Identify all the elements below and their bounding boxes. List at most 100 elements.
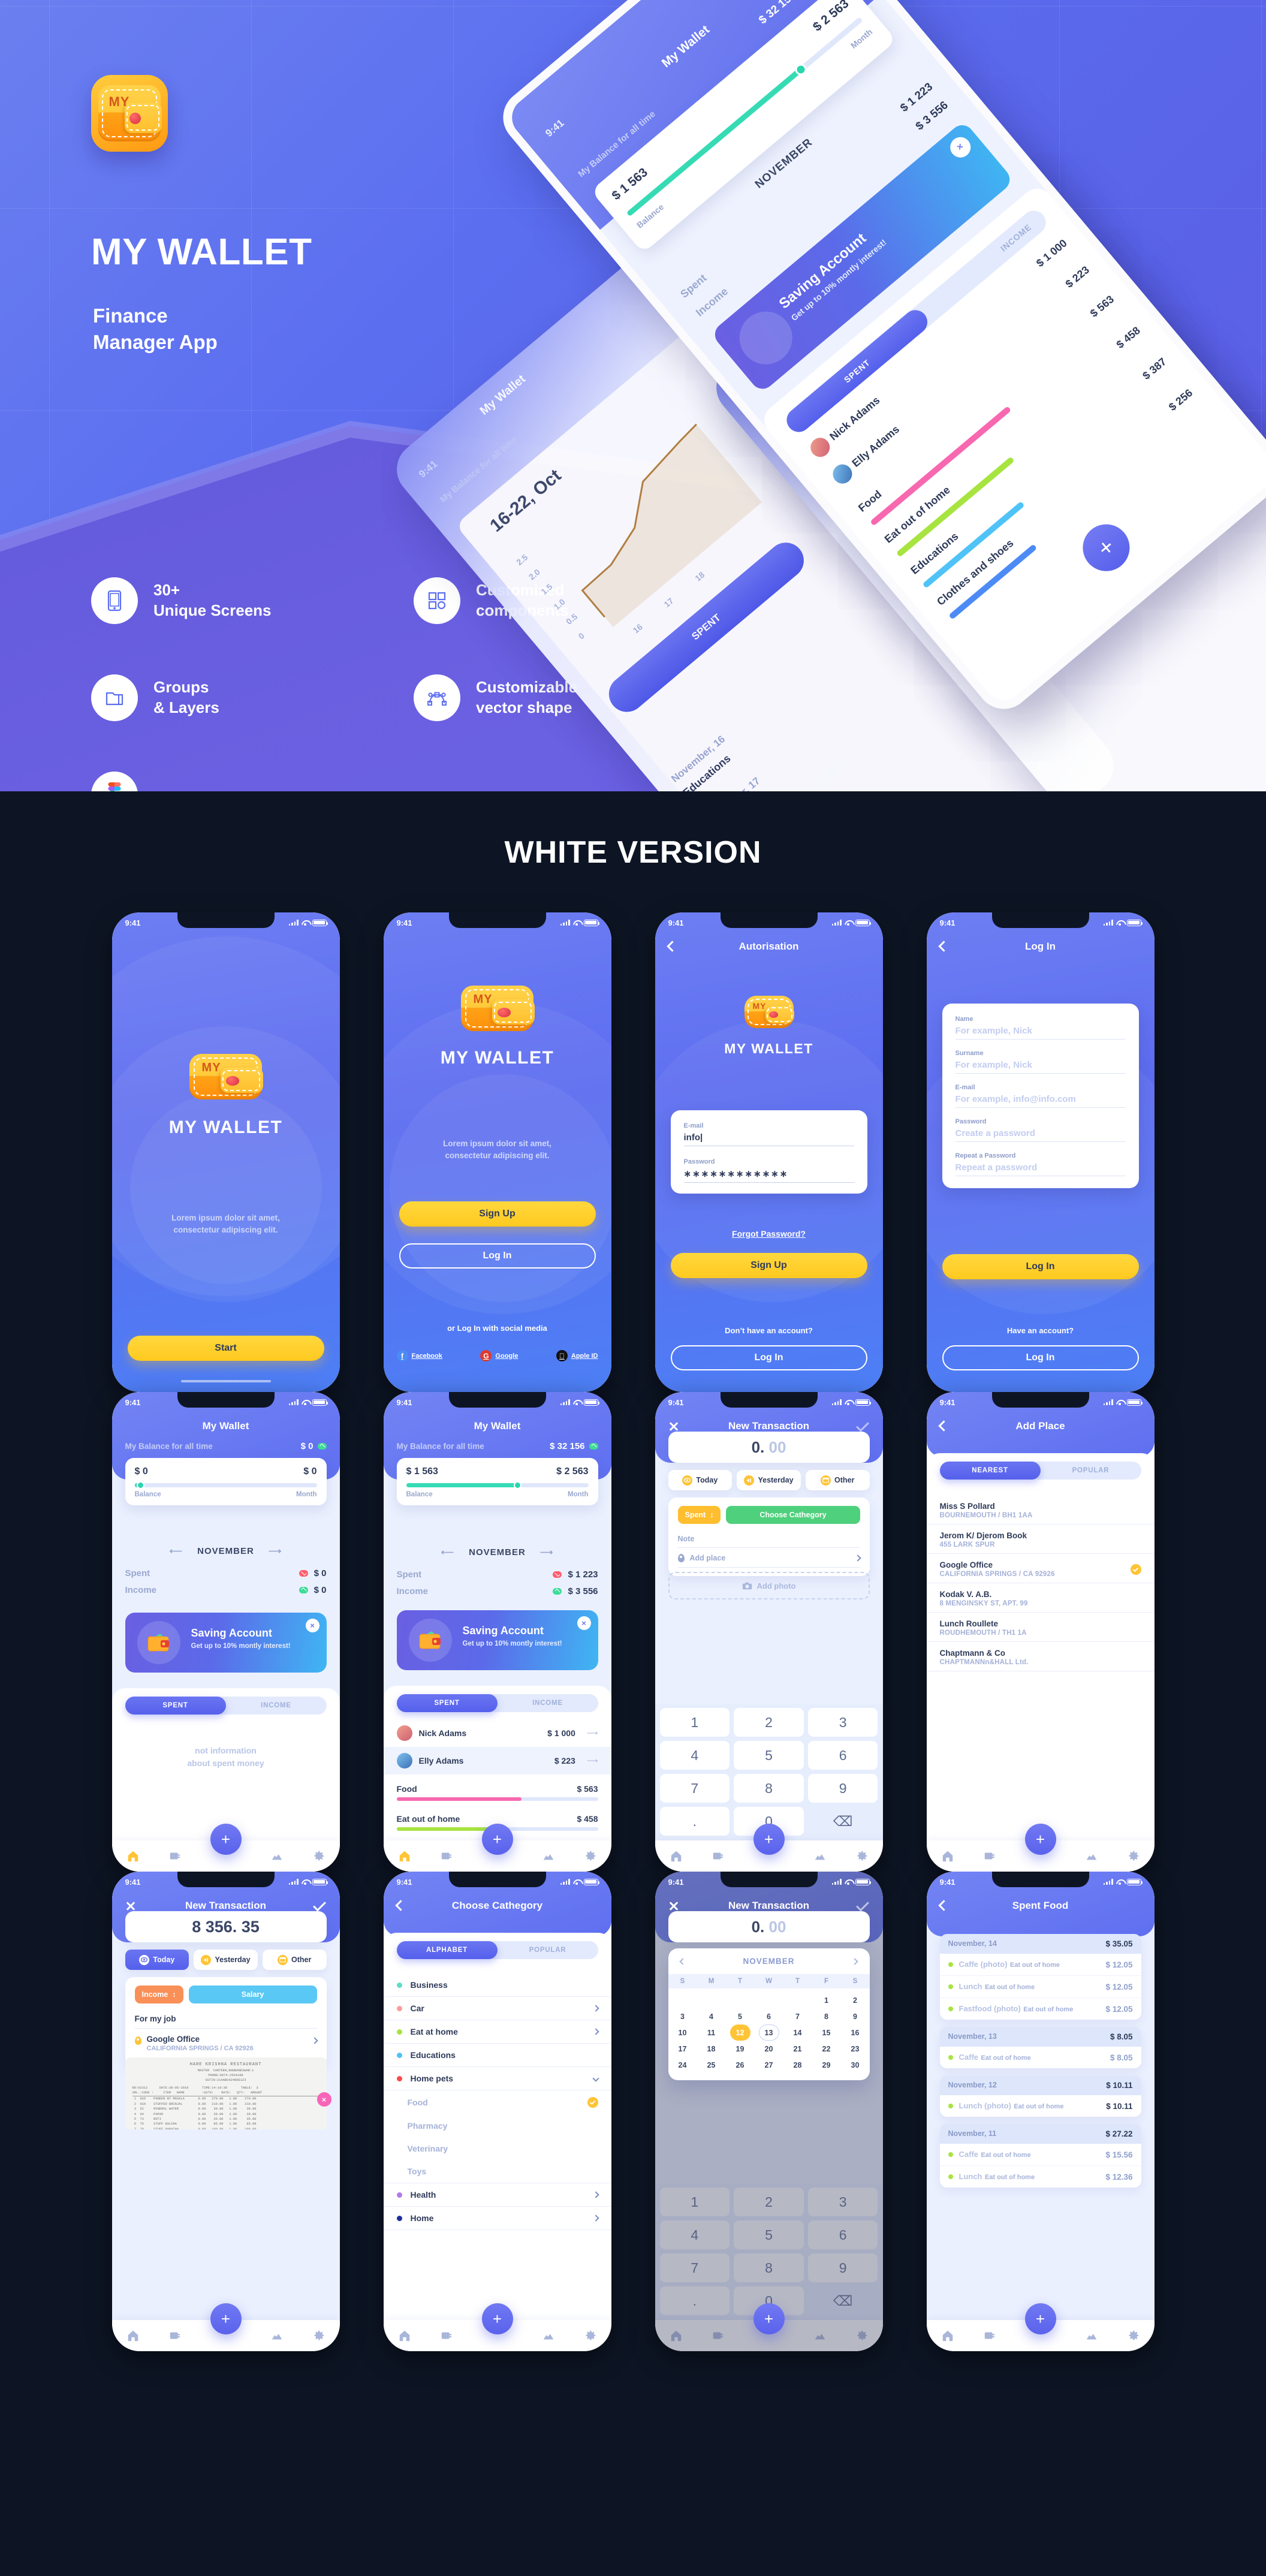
category-item[interactable]: Educations bbox=[383, 2044, 611, 2067]
tab-spent[interactable]: SPENT bbox=[396, 1694, 498, 1712]
calendar-day[interactable]: 26 bbox=[726, 2057, 755, 2073]
calendar-days-grid[interactable]: 1 2 3 4 5 6 7 8 9 10 11 12 13 14 15 16 17 18 19 20 21 22 23 24 2… bbox=[668, 1989, 870, 2080]
transaction-row[interactable]: Fastfood (photo) Eat out of home $ 12.05 bbox=[940, 1998, 1141, 2020]
chart-icon[interactable] bbox=[1085, 2329, 1098, 2342]
chart-icon[interactable] bbox=[1085, 1849, 1098, 1863]
saving-account-promo[interactable]: Saving Account Get up to 10% montly inte… bbox=[125, 1613, 327, 1673]
calendar-day[interactable]: 16 bbox=[841, 2024, 870, 2041]
tab-alphabet[interactable]: ALPHABET bbox=[396, 1941, 498, 1959]
gear-icon[interactable] bbox=[584, 1849, 597, 1863]
key-dot[interactable]: . bbox=[659, 1807, 730, 1836]
back-button[interactable] bbox=[394, 1899, 410, 1912]
calendar-day[interactable]: 10 bbox=[668, 2024, 697, 2041]
gear-icon[interactable] bbox=[584, 2329, 597, 2342]
balance-progress[interactable] bbox=[406, 1481, 589, 1489]
calendar-day[interactable]: 28 bbox=[783, 2057, 812, 2073]
login-button[interactable]: Log In bbox=[399, 1243, 596, 1269]
back-button[interactable] bbox=[666, 940, 682, 953]
add-transaction-fab[interactable]: + bbox=[753, 1824, 785, 1855]
signup-button[interactable]: Sign Up bbox=[399, 1201, 596, 1227]
password-field[interactable]: Password Create a password bbox=[955, 1118, 1126, 1142]
chart-icon[interactable] bbox=[270, 2329, 284, 2342]
login-button-outline[interactable]: Log In bbox=[942, 1345, 1139, 1370]
tab-nearest[interactable]: NEAREST bbox=[939, 1462, 1041, 1480]
modal-overlay[interactable] bbox=[655, 1872, 883, 2351]
calendar-day[interactable]: 7 bbox=[783, 2008, 812, 2024]
wallet-icon[interactable] bbox=[712, 1849, 725, 1863]
subcategory-item[interactable]: Toys bbox=[383, 2160, 611, 2183]
place-tabs[interactable]: NEAREST POPULAR bbox=[939, 1462, 1141, 1480]
close-icon[interactable]: × bbox=[577, 1616, 591, 1630]
calendar-prev-button[interactable] bbox=[679, 1957, 686, 1965]
add-transaction-fab[interactable]: + bbox=[210, 1824, 242, 1855]
subcategory-item[interactable]: Food bbox=[384, 2090, 611, 2114]
transaction-row[interactable]: Caffe (photo) Eat out of home $ 12.05 bbox=[939, 1954, 1141, 1976]
confirm-button[interactable] bbox=[855, 1418, 870, 1433]
place-item[interactable]: Lunch Roullete ROUDHEMOUTH / TH1 1A bbox=[926, 1613, 1155, 1642]
calendar-day[interactable]: 17 bbox=[668, 2041, 697, 2057]
category-row[interactable]: Food $ 563 bbox=[384, 1779, 611, 1804]
category-item[interactable]: Home bbox=[383, 2207, 611, 2230]
email-field[interactable]: E-mail For example, info@info.com bbox=[955, 1084, 1126, 1108]
place-row[interactable]: Google Office CALIFORNIA SPRINGS / CA 92… bbox=[134, 2035, 318, 2058]
login-button[interactable]: Log In bbox=[942, 1254, 1139, 1279]
calendar-day[interactable]: 24 bbox=[668, 2057, 697, 2073]
close-icon[interactable]: × bbox=[305, 1619, 319, 1632]
tab-spent[interactable]: SPENT bbox=[125, 1697, 226, 1715]
place-item[interactable]: Miss S Pollard BOURNEMOUTH / BH1 1AA bbox=[926, 1495, 1155, 1524]
calendar-day[interactable]: 23 bbox=[841, 2041, 870, 2057]
place-item[interactable]: Google Office CALIFORNIA SPRINGS / CA 929… bbox=[926, 1554, 1155, 1583]
chart-icon[interactable] bbox=[542, 2329, 555, 2342]
back-button[interactable] bbox=[938, 1899, 953, 1912]
gear-icon[interactable] bbox=[312, 1849, 325, 1863]
confirm-button[interactable] bbox=[855, 1898, 870, 1912]
home-icon[interactable] bbox=[670, 1849, 683, 1863]
calendar-day[interactable]: 2 bbox=[841, 1992, 870, 2008]
add-place-row[interactable]: Add place bbox=[677, 1554, 861, 1568]
category-item[interactable]: Eat at home bbox=[383, 2020, 611, 2044]
calendar-day[interactable]: 1 bbox=[812, 1992, 841, 2008]
close-button[interactable] bbox=[668, 1420, 682, 1433]
calendar-day[interactable]: 5 bbox=[726, 2008, 755, 2024]
close-button[interactable] bbox=[668, 1899, 682, 1912]
home-icon[interactable] bbox=[126, 2329, 140, 2342]
key-5[interactable]: 5 bbox=[734, 1741, 804, 1770]
transaction-row[interactable]: Caffe Eat out of home $ 8.05 bbox=[940, 2047, 1141, 2068]
transaction-row[interactable]: Lunch Eat out of home $ 12.05 bbox=[939, 1976, 1141, 1998]
day-other-button[interactable]: Other bbox=[262, 1950, 327, 1970]
calendar-day[interactable]: 30 bbox=[841, 2057, 870, 2073]
category-item[interactable]: Health bbox=[383, 2183, 611, 2207]
transaction-type-button[interactable]: Spent ↕ bbox=[677, 1506, 721, 1524]
wallet-icon[interactable] bbox=[440, 2329, 453, 2342]
calendar-day[interactable]: 20 bbox=[755, 2041, 783, 2057]
numeric-keypad[interactable]: 1 2 3 4 5 6 7 8 9 . 0 ⌫ bbox=[655, 1704, 883, 1840]
calendar-day[interactable]: 9 bbox=[841, 2008, 870, 2024]
list-item[interactable]: Elly Adams $ 223 ⟶ bbox=[383, 1747, 611, 1774]
chart-icon[interactable] bbox=[270, 1849, 284, 1863]
close-button[interactable] bbox=[125, 1899, 138, 1912]
place-item[interactable]: Kodak V. A.B. 8 MENGINSKY ST, APT. 99 bbox=[926, 1583, 1155, 1613]
choose-category-button[interactable]: Salary bbox=[188, 1986, 317, 2003]
add-transaction-fab[interactable]: + bbox=[753, 2303, 785, 2334]
key-6[interactable]: 6 bbox=[807, 1741, 878, 1770]
chart-icon[interactable] bbox=[542, 1849, 555, 1863]
day-yesterday-button[interactable]: Yesterday bbox=[194, 1950, 258, 1970]
login-button[interactable]: Log In bbox=[670, 1345, 867, 1370]
social-google[interactable]: G Google bbox=[480, 1350, 518, 1361]
tab-income[interactable]: INCOME bbox=[226, 1697, 327, 1715]
category-item[interactable]: Home pets bbox=[383, 2067, 611, 2090]
back-button[interactable] bbox=[938, 1420, 953, 1433]
wallet-icon[interactable] bbox=[440, 1849, 453, 1863]
calendar-day[interactable]: 12 bbox=[730, 2024, 750, 2041]
place-item[interactable]: Chaptmann & Co CHAPTMANNn&HALL Ltd. bbox=[926, 1642, 1155, 1671]
home-icon[interactable] bbox=[941, 1849, 954, 1863]
name-field[interactable]: Name For example, Nick bbox=[955, 1016, 1126, 1040]
subcategory-item[interactable]: Veterinary bbox=[384, 2137, 611, 2160]
calendar-day[interactable]: 29 bbox=[812, 2057, 841, 2073]
choose-category-button[interactable]: Choose Cathegory bbox=[726, 1506, 860, 1524]
place-item[interactable]: Jerom K/ Djerom Book 455 LARK SPUR bbox=[926, 1524, 1155, 1554]
key-8[interactable]: 8 bbox=[734, 1774, 804, 1803]
spent-income-tabs[interactable]: SPENT INCOME bbox=[125, 1697, 327, 1715]
saving-account-promo[interactable]: Saving Account Get up to 10% montly inte… bbox=[396, 1610, 598, 1670]
calendar-day[interactable]: 8 bbox=[812, 2008, 841, 2024]
